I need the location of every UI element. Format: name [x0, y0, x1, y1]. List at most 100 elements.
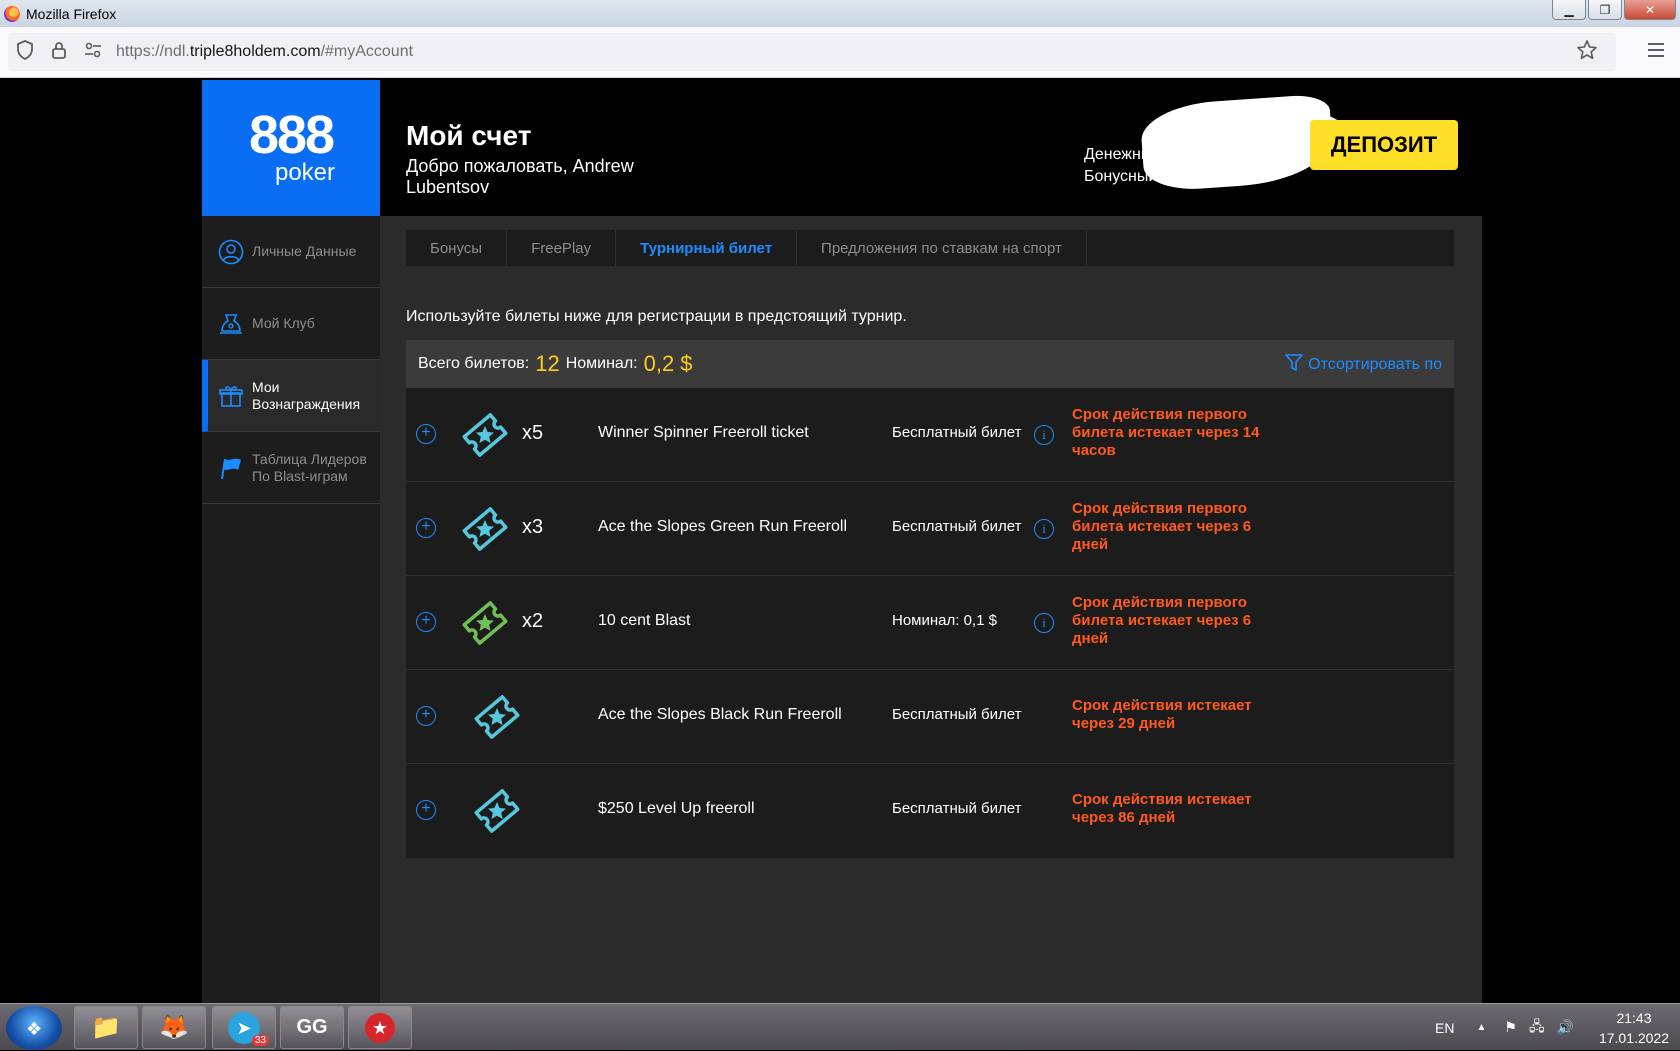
volume-icon[interactable]: 🔊 [1557, 1019, 1574, 1036]
expand-plus-icon[interactable]: + [416, 612, 436, 632]
ggpoker-taskbar-button[interactable]: GG [280, 1006, 344, 1049]
shield-icon[interactable] [8, 39, 42, 65]
list-item: + $250 Level Up freeroll Бесплатный биле… [406, 764, 1454, 858]
ticket-expiry: Срок действия первого билета истекает че… [1072, 594, 1252, 647]
tab-sports-offers[interactable]: Предложения по ставкам на спорт [797, 230, 1087, 266]
ticket-type: Бесплатный билет [892, 424, 1022, 441]
lock-icon[interactable] [42, 40, 76, 65]
ticket-type: Бесплатный билет [892, 800, 1022, 817]
close-button[interactable]: ✕ [1624, 0, 1676, 20]
url-suffix: /#myAccount [320, 43, 414, 60]
firefox-logo-icon [4, 5, 20, 22]
ticket-name: Ace the Slopes Green Run Freeroll [598, 518, 848, 535]
pokerstars-icon: ★ [365, 1012, 395, 1043]
ticket-name: Ace the Slopes Black Run Freeroll [598, 706, 842, 723]
action-center-icon[interactable]: ⚑ [1504, 1019, 1517, 1036]
clock-time: 21:43 [1616, 1009, 1652, 1026]
intro-text: Используйте билеты ниже для регистрации … [406, 308, 907, 325]
chevron-up-icon[interactable]: ▲ [1476, 1022, 1486, 1033]
tab-tournament-ticket[interactable]: Турнирный билет [616, 230, 798, 266]
hamburger-menu-icon[interactable] [1646, 39, 1666, 65]
total-tickets-label: Всего билетов: [418, 355, 530, 372]
ticket-count: x2 [522, 610, 544, 632]
system-tray: EN ▲ ⚑ 🖧 🔊 21:43 17.01.2022 [1435, 1004, 1680, 1051]
sidebar-item-label: Мой Клуб [252, 315, 315, 331]
expand-plus-icon[interactable]: + [416, 706, 436, 726]
ticket-expiry: Срок действия истекает через 29 дней [1072, 697, 1252, 732]
explorer-taskbar-button[interactable]: 📁 [74, 1006, 138, 1049]
ticket-name: $250 Level Up freeroll [598, 800, 755, 817]
url-domain: triple8holdem.com [189, 43, 321, 60]
browser-navbar: https://ndl.triple8holdem.com/#myAccount [0, 27, 1680, 78]
tickets-list: + x5 Winner Spinner Freeroll ticket Бесп… [406, 388, 1454, 858]
sidebar-item-label: Таблица Лидеров По Blast-играм [252, 450, 367, 484]
clock-date: 17.01.2022 [1598, 1029, 1670, 1046]
expand-plus-icon[interactable]: + [416, 518, 436, 538]
filter-icon [1284, 352, 1304, 377]
888poker-logo[interactable]: 888 poker [202, 80, 380, 216]
clock[interactable]: 21:43 17.01.2022 [1588, 1008, 1680, 1048]
sort-button[interactable]: Отсортировать по [1284, 352, 1442, 377]
info-icon[interactable]: i [1034, 613, 1054, 633]
list-item: + x5 Winner Spinner Freeroll ticket Бесп… [406, 388, 1454, 482]
list-item: + Ace the Slopes Black Run Freeroll Бесп… [406, 670, 1454, 764]
sort-label: Отсортировать по [1308, 355, 1442, 373]
user-icon [218, 239, 244, 265]
ticket-count: x5 [522, 422, 544, 444]
ticket-expiry: Срок действия истекает через 86 дней [1072, 791, 1252, 826]
page-viewport: 888 poker Мой счет Добро пожаловать, And… [0, 78, 1680, 1003]
sidebar-item-my-club[interactable]: Мой Клуб [202, 288, 380, 360]
windows-logo-icon: ❖ [26, 1019, 43, 1039]
list-item: + x3 Ace the Slopes Green Run Freeroll Б… [406, 482, 1454, 576]
ticket-count: x3 [522, 516, 544, 538]
expand-plus-icon[interactable]: + [416, 424, 436, 444]
club-icon [218, 311, 244, 337]
sidebar-item-my-rewards[interactable]: Мои Вознаграждения [202, 360, 380, 432]
logo-number: 888 [248, 105, 335, 165]
account-sidebar: Личные Данные Мой Клуб Мои Вознаграждени… [202, 216, 380, 1003]
ticket-type: Номинал: 0,1 $ [892, 612, 997, 629]
minimize-button[interactable]: ▁ [1552, 0, 1586, 20]
language-indicator[interactable]: EN [1435, 1020, 1454, 1036]
ticket-type: Бесплатный билет [892, 706, 1022, 723]
main-panel: Бонусы FreePlay Турнирный билет Предложе… [380, 216, 1482, 1003]
tab-bar: Бонусы FreePlay Турнирный билет Предложе… [406, 230, 1454, 266]
ticket-icon [468, 782, 526, 840]
network-icon[interactable]: 🖧 [1529, 1016, 1545, 1040]
tickets-summary: Всего билетов: 12 Номинал: 0,2 $ Отсорти… [406, 340, 1454, 388]
list-item: + x2 10 cent Blast Номинал: 0,1 $ i Срок… [406, 576, 1454, 670]
window-title: Mozilla Firefox [26, 5, 117, 22]
ticket-name: Winner Spinner Freeroll ticket [598, 424, 809, 441]
windows-taskbar: ❖ 📁 🦊 ➤ 33 GG ★ EN ▲ ⚑ 🖧 🔊 21:43 17.01.2… [0, 1003, 1680, 1050]
deposit-button[interactable]: ДЕПОЗИТ [1310, 120, 1458, 170]
info-icon[interactable]: i [1034, 519, 1054, 539]
permissions-icon[interactable] [76, 42, 110, 63]
ggpoker-icon: GG [296, 1016, 328, 1038]
tab-freeplay[interactable]: FreePlay [507, 230, 617, 266]
tab-bonuses[interactable]: Бонусы [406, 230, 508, 266]
url-prefix: https://ndl. [116, 43, 190, 60]
notification-badge: 33 [251, 1035, 269, 1046]
ticket-icon [456, 500, 514, 558]
sidebar-item-label: Личные Данные [252, 243, 357, 259]
firefox-taskbar-button[interactable]: 🦊 [142, 1006, 206, 1049]
gift-icon [218, 383, 244, 409]
sidebar-item-blast-leaderboard[interactable]: Таблица Лидеров По Blast-играм [202, 432, 380, 504]
ticket-expiry: Срок действия первого билета истекает че… [1072, 500, 1252, 553]
ticket-icon [456, 594, 514, 652]
window-titlebar: Mozilla Firefox ▁ ❐ ✕ [0, 0, 1680, 27]
info-icon[interactable]: i [1034, 425, 1054, 445]
firefox-icon: 🦊 [159, 1014, 189, 1041]
folder-icon: 📁 [91, 1014, 121, 1041]
nominal-label: Номинал: [565, 355, 638, 372]
start-button[interactable]: ❖ [6, 1006, 62, 1050]
maximize-button[interactable]: ❐ [1588, 0, 1622, 20]
welcome-text: Добро пожаловать, Andrew Lubentsov [406, 156, 634, 197]
nominal-value: 0,2 $ [643, 351, 693, 376]
expand-plus-icon[interactable]: + [416, 800, 436, 820]
address-bar[interactable]: https://ndl.triple8holdem.com/#myAccount [8, 33, 1616, 71]
pokerstars-taskbar-button[interactable]: ★ [348, 1006, 412, 1049]
sidebar-item-personal-data[interactable]: Личные Данные [202, 216, 380, 288]
bookmark-star-icon[interactable] [1576, 39, 1598, 67]
telegram-taskbar-button[interactable]: ➤ 33 [212, 1006, 276, 1049]
